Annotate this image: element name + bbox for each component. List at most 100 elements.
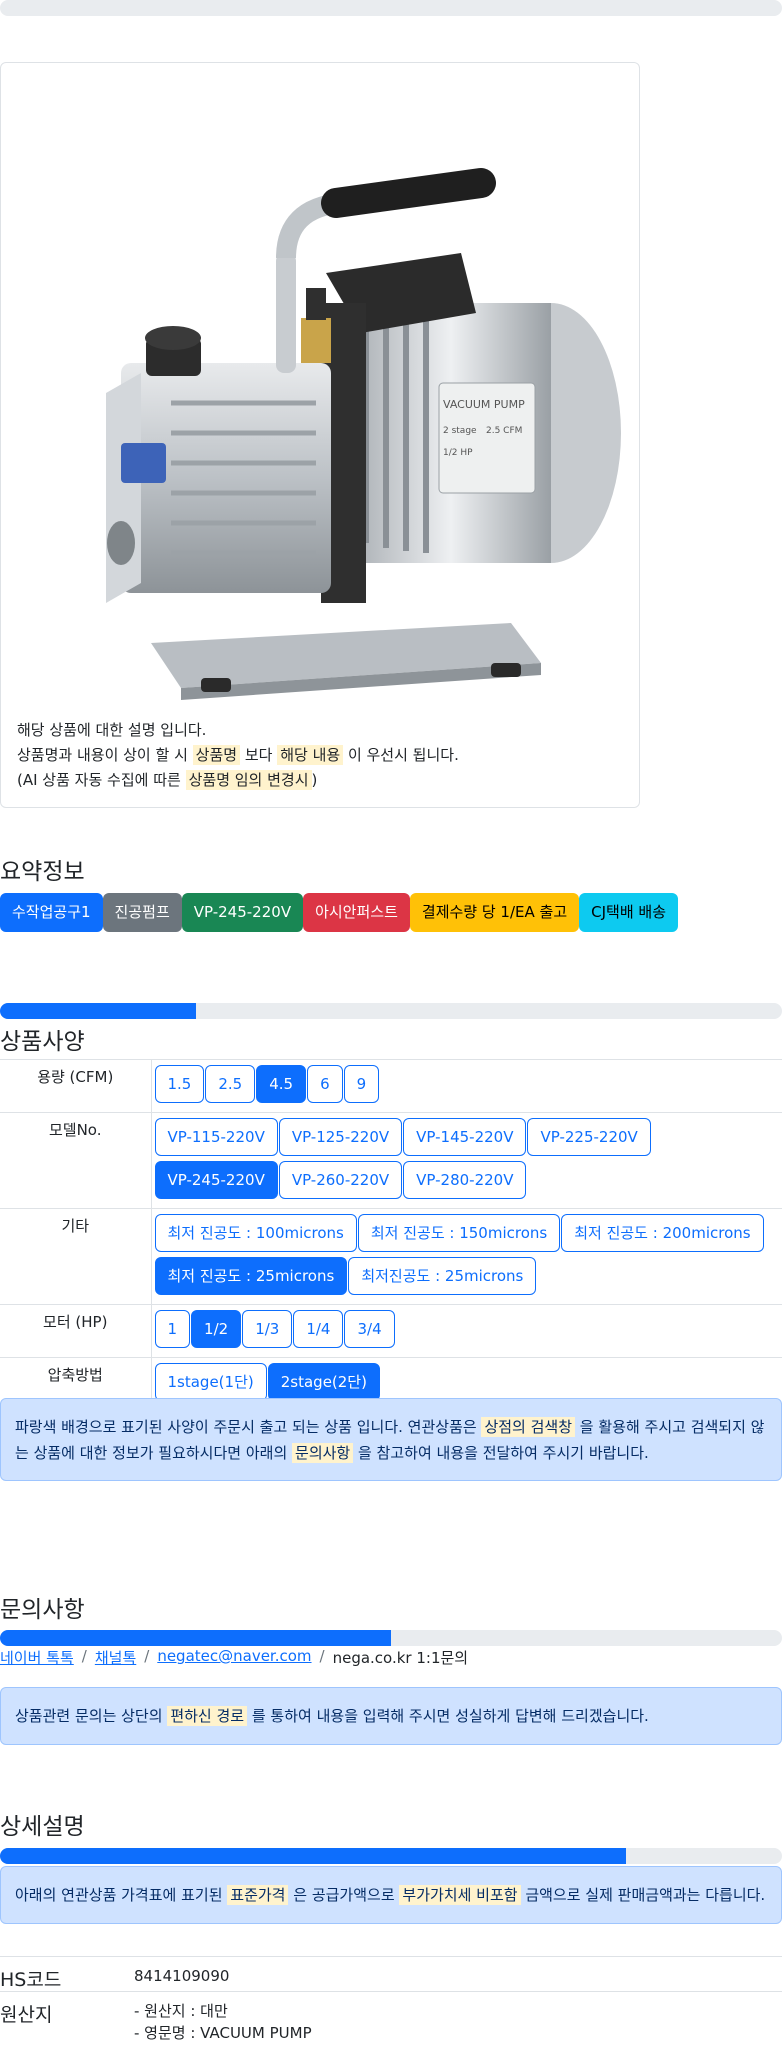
spec-option-button[interactable]: 최저 진공도 : 25microns: [154, 1257, 348, 1295]
spec-row-label: 모터 (HP): [0, 1304, 152, 1358]
spec-row: 모델No. VP-115-220V VP-125-220V VP-145-220V VP…: [0, 1112, 782, 1209]
spec-row-label: 기타: [0, 1208, 152, 1305]
separator: /: [81, 1647, 87, 1665]
spec-row-options: VP-115-220V VP-125-220V VP-145-220V VP-225-…: [151, 1112, 782, 1209]
spec-notice-text: 파랑색 배경으로 표기된 사양이 주문시 출고 되는 상품 입니다. 연관상품은: [15, 1418, 482, 1436]
pump-label-cfm: 2.5 CFM: [486, 426, 522, 436]
option-group: 1 1/2 1/3 1/4 3/4: [154, 1309, 775, 1352]
spec-option-button[interactable]: 최저 진공도 : 200microns: [561, 1214, 764, 1252]
highlight-content: 해당 내용: [277, 745, 344, 765]
inquiry-title: 문의사항: [0, 1597, 85, 1623]
spec-row: 기타 최저 진공도 : 100microns 최저 진공도 : 150microns…: [0, 1208, 782, 1305]
card-line-1: 해당 상품에 대한 설명 입니다.: [17, 721, 207, 739]
spec-row-options: 1 1/2 1/3 1/4 3/4: [151, 1304, 782, 1358]
highlight-name-change: 상품명 임의 변경시: [185, 770, 312, 790]
spec-option-button[interactable]: 2stage(2단): [267, 1363, 380, 1401]
detail-title: 상세설명: [0, 1814, 85, 1840]
origin-value: - 원산지 : 대만 - 영문명 : VACUUM PUMP: [134, 2000, 312, 2044]
spec-option-button[interactable]: 1: [154, 1310, 191, 1348]
spec-option-button[interactable]: 1.5: [154, 1065, 205, 1103]
highlight-vat: 부가가치세 비포함: [399, 1885, 521, 1905]
spec-row: 용량 (CFM) 1.5 2.5 4.5 6 9: [0, 1059, 782, 1113]
spec-option-button[interactable]: 1/4: [293, 1310, 344, 1348]
spec-option-button[interactable]: 1/3: [242, 1310, 293, 1348]
spec-option-button[interactable]: VP-125-220V: [278, 1118, 403, 1156]
highlight-standard-price: 표준가격: [227, 1885, 289, 1905]
spec-row-label: 모델No.: [0, 1112, 152, 1209]
card-line-3-close: ): [311, 771, 318, 789]
highlight-product-name: 상품명: [192, 745, 241, 765]
spec-option-button[interactable]: 9: [343, 1065, 380, 1103]
pump-label-title: VACUUM PUMP: [443, 398, 525, 411]
hs-code-value: 8414109090: [134, 1967, 230, 1985]
top-progress-bar: [0, 0, 782, 16]
spec-option-button[interactable]: 1stage(1단): [154, 1363, 267, 1401]
spec-row-options: 1.5 2.5 4.5 6 9: [151, 1059, 782, 1113]
detail-notice-text-c: 금액으로 실제 판매금액과는 다릅니다.: [520, 1886, 766, 1904]
origin-country: - 원산지 : 대만: [134, 2002, 228, 2020]
summary-title: 요약정보: [0, 859, 85, 885]
origin-english-name: - 영문명 : VACUUM PUMP: [134, 2024, 312, 2042]
separator: /: [144, 1647, 150, 1665]
spec-option-button[interactable]: 최저 진공도 : 150microns: [357, 1214, 561, 1252]
inquiry-progress-fill: [0, 1630, 391, 1646]
highlight-route: 편하신 경로: [167, 1706, 248, 1726]
inquiry-progress-bar: [0, 1630, 782, 1646]
separator: /: [319, 1647, 325, 1665]
hs-code-label: HS코드: [0, 1969, 62, 1991]
spec-option-button[interactable]: 1/2: [191, 1310, 242, 1348]
spec-title: 상품사양: [0, 1029, 85, 1055]
spec-progress-fill: [0, 1003, 196, 1019]
summary-badge: 결제수량 당 1/EA 출고: [409, 893, 580, 932]
origin-label: 원산지: [0, 2004, 53, 2026]
card-line-2-text: 상품명과 내용이 상이 할 시: [17, 746, 193, 764]
highlight-search: 상점의 검색창: [481, 1417, 576, 1437]
spec-option-button[interactable]: VP-260-220V: [278, 1161, 403, 1199]
card-line-2-text-c: 이 우선시 됩니다.: [343, 746, 459, 764]
spec-option-button[interactable]: 3/4: [344, 1310, 395, 1348]
summary-badge: 수작업공구1: [0, 893, 103, 932]
hs-code-row: HS코드 8414109090: [0, 1956, 782, 1991]
spec-option-button[interactable]: VP-115-220V: [154, 1118, 278, 1156]
detail-notice-text: 아래의 연관상품 가격표에 표기된: [15, 1886, 228, 1904]
link-naver-talk[interactable]: 네이버 톡톡: [0, 1647, 74, 1668]
summary-badges: 수작업공구1 진공펌프 VP-245-220V 아시안퍼스트 결제수량 당 1/EA 출…: [0, 893, 679, 932]
spec-option-button[interactable]: VP-145-220V: [403, 1118, 527, 1156]
contact-links: 네이버 톡톡 / 채널톡 / negatec@naver.com / nega.co.…: [0, 1647, 468, 1668]
spec-option-button[interactable]: 2.5: [205, 1065, 256, 1103]
spec-row: 모터 (HP) 1 1/2 1/3 1/4 3/4: [0, 1304, 782, 1358]
spec-option-button[interactable]: 6: [307, 1065, 343, 1103]
option-group: 1.5 2.5 4.5 6 9: [154, 1064, 775, 1107]
summary-badge: CJ택배 배송: [579, 893, 679, 932]
spec-progress-bar: [0, 1003, 782, 1019]
spec-row-label: 용량 (CFM): [0, 1059, 152, 1113]
card-line-2: 상품명과 내용이 상이 할 시 상품명 보다 해당 내용 이 우선시 됩니다.: [17, 743, 459, 768]
spec-option-button[interactable]: VP-245-220V: [154, 1161, 278, 1199]
pump-label-stage: 2 stage: [443, 426, 477, 436]
highlight-inquiry: 문의사항: [292, 1443, 354, 1463]
card-description: 해당 상품에 대한 설명 입니다. 상품명과 내용이 상이 할 시 상품명 보다…: [17, 718, 459, 793]
spec-option-button[interactable]: 4.5: [256, 1065, 307, 1103]
detail-notice-text-b: 은 공급가액으로: [288, 1886, 400, 1904]
spec-option-button[interactable]: VP-225-220V: [527, 1118, 651, 1156]
inquiry-notice-text-b: 를 통하여 내용을 입력해 주시면 성실하게 답변해 드리겠습니다.: [247, 1707, 649, 1725]
spec-option-button[interactable]: 최저진공도 : 25microns: [348, 1257, 537, 1295]
product-image-card: VACUUM PUMP 2 stage 2.5 CFM 1/2 HP 해당 상품…: [0, 62, 640, 808]
spec-table: 용량 (CFM) 1.5 2.5 4.5 6 9 모델No. VP-115-220V VP-12…: [0, 1059, 782, 1411]
summary-badge: VP-245-220V: [181, 893, 304, 932]
spec-row-options: 최저 진공도 : 100microns 최저 진공도 : 150microns 최저…: [151, 1208, 782, 1305]
detail-notice: 아래의 연관상품 가격표에 표기된 표준가격 은 공급가액으로 부가가치세 비포…: [0, 1866, 782, 1924]
site-inquiry-text: nega.co.kr 1:1문의: [332, 1649, 469, 1667]
spec-option-button[interactable]: VP-280-220V: [403, 1161, 527, 1199]
option-group: VP-115-220V VP-125-220V VP-145-220V VP-225-…: [154, 1117, 775, 1203]
vacuum-pump-image: VACUUM PUMP 2 stage 2.5 CFM 1/2 HP: [106, 168, 621, 700]
link-email[interactable]: negatec@naver.com: [157, 1647, 311, 1668]
pump-label-hp: 1/2 HP: [443, 448, 473, 458]
link-channel-talk[interactable]: 채널톡: [95, 1647, 136, 1668]
summary-badge: 아시안퍼스트: [303, 893, 410, 932]
spec-notice-text-c: 을 참고하여 내용을 전달하여 주시기 바랍니다.: [353, 1444, 649, 1462]
summary-badge: 진공펌프: [102, 893, 182, 932]
spec-option-button[interactable]: 최저 진공도 : 100microns: [154, 1214, 357, 1252]
origin-row: 원산지 - 원산지 : 대만 - 영문명 : VACUUM PUMP: [0, 1991, 782, 2045]
detail-progress-bar: [0, 1848, 782, 1864]
